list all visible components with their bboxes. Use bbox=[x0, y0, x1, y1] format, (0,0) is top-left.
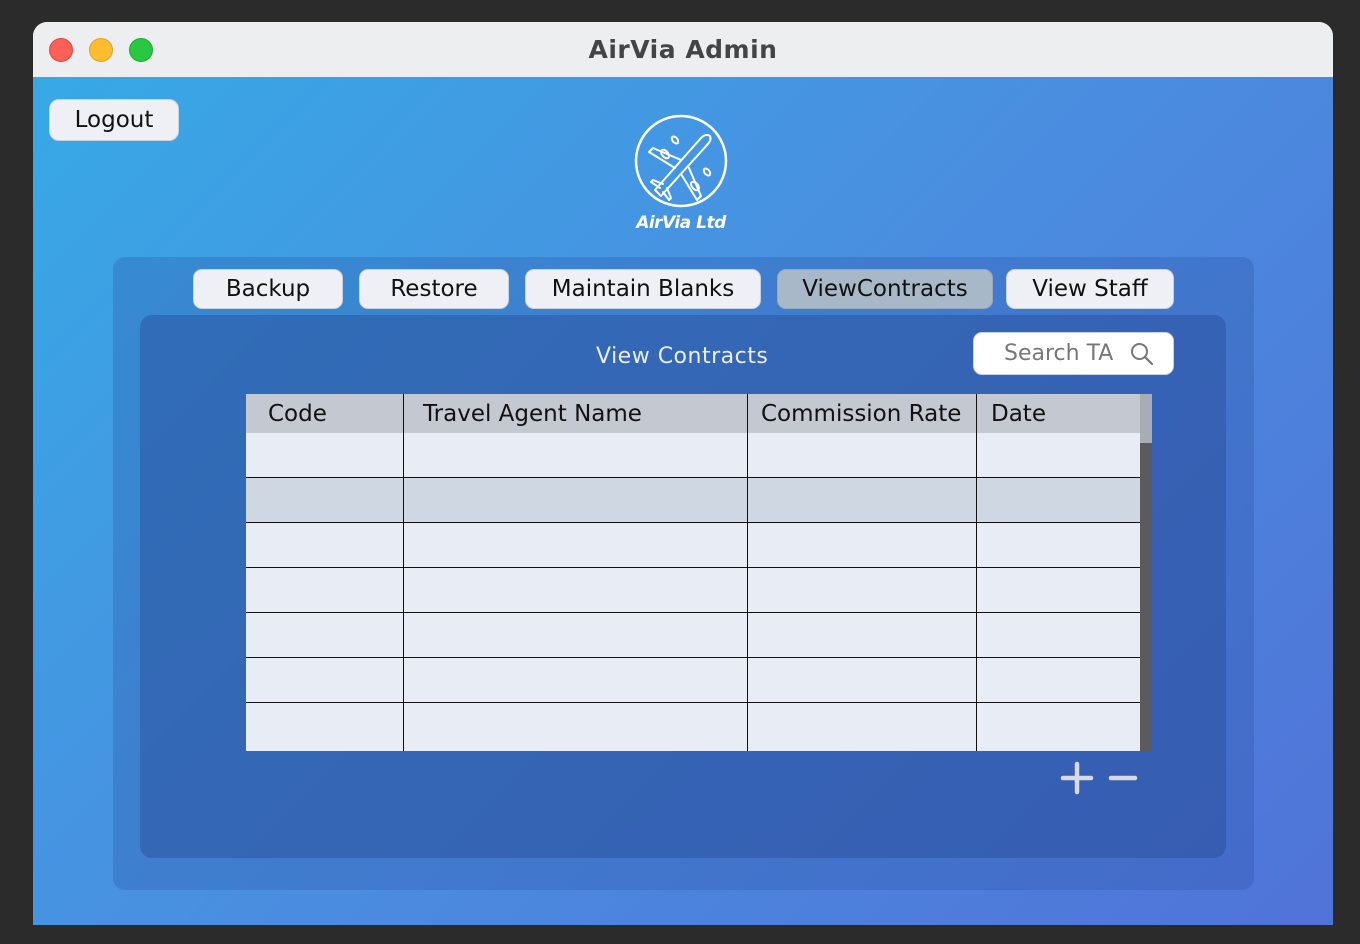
scrollbar-thumb[interactable] bbox=[1140, 394, 1152, 443]
table-row[interactable] bbox=[246, 613, 1140, 658]
search-icon bbox=[1131, 343, 1154, 366]
table-row[interactable] bbox=[246, 523, 1140, 568]
minus-icon[interactable] bbox=[1108, 761, 1138, 795]
app-window: AirVia Admin Logout AirVia Ltd Backup Re… bbox=[33, 22, 1333, 925]
company-logo-text: AirVia Ltd bbox=[636, 213, 726, 233]
column-divider bbox=[976, 394, 977, 751]
table-scrollbar[interactable] bbox=[1140, 394, 1152, 751]
search-placeholder: Search TA bbox=[1004, 341, 1114, 366]
column-divider bbox=[747, 394, 748, 751]
search-input[interactable]: Search TA bbox=[973, 332, 1174, 375]
table-row[interactable] bbox=[246, 658, 1140, 703]
column-header-travel-agent-name[interactable]: Travel Agent Name bbox=[423, 394, 642, 433]
title-bar: AirVia Admin bbox=[33, 22, 1333, 77]
contracts-table[interactable]: Code Travel Agent Name Commission Rate D… bbox=[246, 394, 1152, 751]
plus-icon[interactable] bbox=[1060, 761, 1094, 795]
table-row[interactable] bbox=[246, 433, 1140, 478]
maintain-blanks-button[interactable]: Maintain Blanks bbox=[525, 269, 761, 309]
table-row[interactable] bbox=[246, 568, 1140, 613]
view-staff-button[interactable]: View Staff bbox=[1006, 269, 1174, 309]
table-row-selected[interactable] bbox=[246, 478, 1140, 523]
column-header-commission-rate[interactable]: Commission Rate bbox=[761, 394, 961, 433]
column-header-code[interactable]: Code bbox=[268, 394, 327, 433]
logout-button[interactable]: Logout bbox=[49, 99, 179, 141]
page-title: View Contracts bbox=[596, 344, 769, 369]
column-header-date[interactable]: Date bbox=[991, 394, 1046, 433]
table-header: Code Travel Agent Name Commission Rate D… bbox=[246, 394, 1140, 433]
view-contracts-button[interactable]: ViewContracts bbox=[777, 269, 993, 309]
backup-button[interactable]: Backup bbox=[193, 269, 343, 309]
column-divider bbox=[403, 394, 404, 751]
restore-button[interactable]: Restore bbox=[359, 269, 509, 309]
table-row[interactable] bbox=[246, 703, 1140, 748]
window-title: AirVia Admin bbox=[588, 35, 778, 64]
